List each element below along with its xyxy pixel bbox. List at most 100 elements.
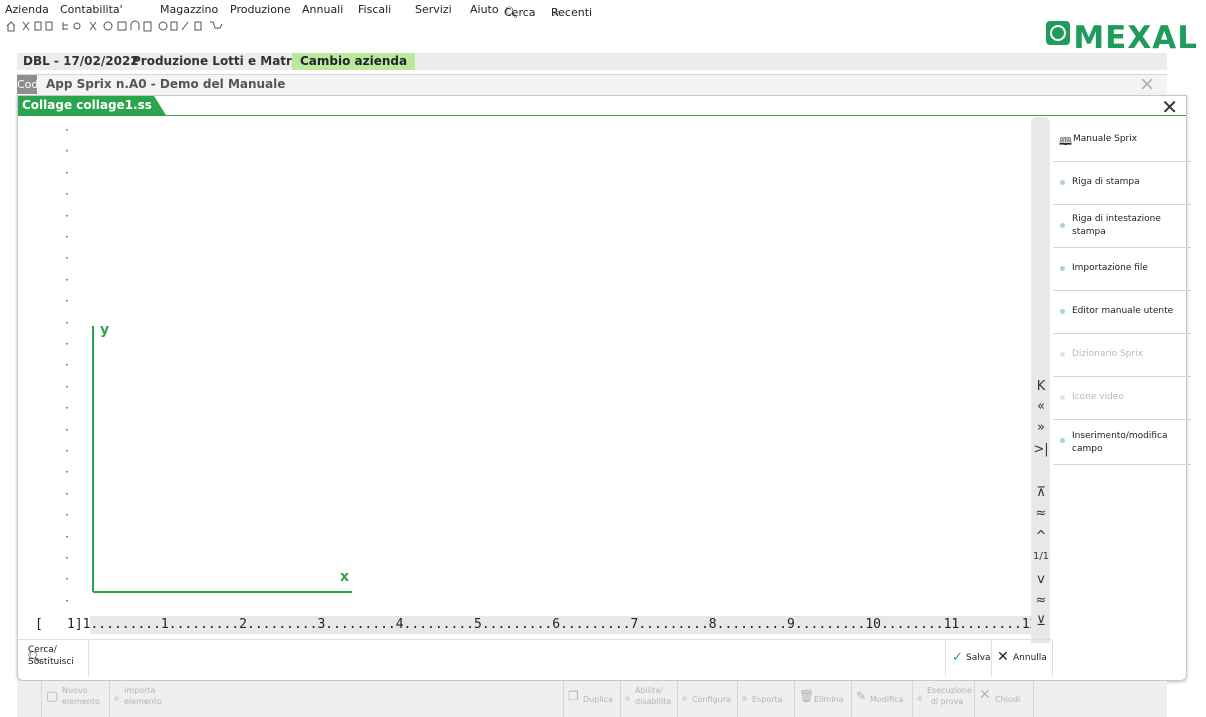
side-icone-video[interactable]: Icone video <box>1053 376 1191 420</box>
abilita-disabilita-button[interactable]: Abilita/ disabilita <box>620 681 679 717</box>
bullet-icon <box>1060 266 1065 271</box>
paste-icon <box>45 21 53 31</box>
scroll-bottom-icon[interactable]: ⊻ <box>1032 614 1050 629</box>
bullet-icon <box>1060 352 1065 357</box>
close-icon[interactable]: ✕ <box>1139 74 1155 96</box>
bullet-icon <box>1060 223 1065 228</box>
bullet-icon <box>1060 395 1065 400</box>
cancel-icon: ✕ <box>997 649 1009 665</box>
last-icon[interactable]: >| <box>1032 442 1050 457</box>
manual-icon: 🕮︎ <box>1059 135 1072 148</box>
toolbar-icons <box>6 20 223 32</box>
first-icon[interactable]: K <box>1032 379 1050 394</box>
db-date: DBL - 17/02/2022 <box>23 54 139 68</box>
close-icon: ✕ <box>979 687 991 703</box>
bottom-toolbar: ▢ Nuovo elemento Importa elemento ❐ Dupl… <box>17 681 1167 717</box>
configura-button[interactable]: Configura <box>677 681 739 717</box>
collage-window: Collage collage1.ss ✕ · · · · · · · · · · · · · · · · · ·… <box>17 95 1191 681</box>
doc-icon <box>170 21 178 31</box>
tab-underline <box>18 115 1186 116</box>
trash-icon: 🗑︎ <box>799 689 815 703</box>
menu-aiuto[interactable]: Aiuto <box>470 3 499 16</box>
esporta-button[interactable]: Esporta <box>737 681 792 717</box>
side-riga-intestazione[interactable]: Riga di intestazione stampa <box>1053 204 1191 248</box>
menu-annuali[interactable]: Annuali <box>302 3 343 16</box>
bullet-icon <box>114 696 119 701</box>
ruler-text: 1]1.........1.........2.........3.......… <box>67 617 1032 632</box>
copy-icon <box>34 21 42 31</box>
scroll-up-icon[interactable]: ^ <box>1032 529 1050 544</box>
home-icon <box>6 21 16 32</box>
settings-icon <box>103 21 113 31</box>
tree-icon <box>62 22 68 30</box>
y-axis-label: y <box>100 322 110 338</box>
x-axis-label: x <box>340 569 350 585</box>
cut-icon <box>22 21 30 31</box>
app-tab-title[interactable]: App Sprix n.A0 - Demo del Manuale <box>46 77 285 91</box>
menu-servizi[interactable]: Servizi <box>415 3 452 16</box>
bullet-icon <box>917 696 922 701</box>
duplicate-icon: ❐ <box>568 689 579 703</box>
page-indicator: 1/1 <box>1032 551 1050 562</box>
check-icon: ✓ <box>952 650 963 665</box>
scroll-top-icon[interactable]: ⊼ <box>1032 485 1050 500</box>
side-manuale-sprix[interactable]: 🕮︎ Manuale Sprix <box>1053 118 1191 162</box>
menu-fiscali[interactable]: Fiscali <box>358 3 391 16</box>
headset-icon <box>130 20 140 30</box>
chiudi-button[interactable]: ✕ Chiudi <box>974 681 1034 717</box>
menu-azienda[interactable]: Azienda <box>5 3 49 16</box>
side-dizionario-sprix[interactable]: Dizionario Sprix <box>1053 333 1191 377</box>
cart-icon <box>210 21 223 29</box>
next-page-icon[interactable]: » <box>1032 420 1050 435</box>
info-bar: DBL - 17/02/2022 Produzione Lotti e Matr… <box>17 53 1167 70</box>
cambio-azienda-button[interactable]: Cambio azienda <box>292 53 416 70</box>
pencil-icon: ✎ <box>856 689 867 703</box>
column-ruler: [ 1]1.........1.........2.........3.....… <box>32 616 1032 634</box>
cod-label[interactable]: Cod <box>17 75 38 94</box>
bullet-icon <box>742 696 747 701</box>
logo: MEXAL <box>1046 20 1198 56</box>
sign-icon <box>181 21 189 31</box>
cerca-sostituisci-button[interactable]: 🔍︎ Cerca/ Sostituisci <box>18 640 89 676</box>
app-tab-strip: Cod App Sprix n.A0 - Demo del Manuale ✕ <box>17 74 1167 96</box>
nuovo-elemento-button[interactable]: ▢ Nuovo elemento <box>41 681 106 717</box>
window-button-bar: 🔍︎ Cerca/ Sostituisci ✓ Salva ✕ Annulla <box>18 639 1053 678</box>
bullet-icon <box>625 696 630 701</box>
toolbar <box>5 19 305 35</box>
menu-contabilita[interactable]: Contabilita' <box>60 3 123 16</box>
ruler-bracket: [ <box>35 617 43 632</box>
modifica-button[interactable]: ✎ Modifica <box>851 681 912 717</box>
menu-produzione[interactable]: Produzione <box>230 3 291 16</box>
logo-text: MEXAL <box>1073 20 1198 56</box>
axes-drawing <box>92 326 352 593</box>
bullet-icon <box>1060 438 1065 443</box>
scroll-up-fast-icon[interactable]: ≈ <box>1032 506 1050 521</box>
duplica-button[interactable]: ❐ Duplica <box>563 681 618 717</box>
calc-icon <box>143 21 152 32</box>
bullet-icon <box>1060 309 1065 314</box>
window-tab: Collage collage1.ss <box>18 96 166 115</box>
window-icon <box>117 21 127 31</box>
bullet-icon <box>682 696 687 701</box>
esecuzione-prova-button[interactable]: Esecuzione di prova <box>912 681 973 717</box>
annulla-button[interactable]: ✕ Annulla <box>991 640 1053 676</box>
side-editor-manuale[interactable]: Editor manuale utente <box>1053 290 1191 334</box>
scroll-down-icon[interactable]: v <box>1032 572 1050 587</box>
menu-bar: Azienda Contabilita' Magazzino Produzion… <box>5 3 593 19</box>
elimina-button[interactable]: 🗑︎ Elimina <box>794 681 851 717</box>
new-doc-icon: ▢ <box>46 689 59 704</box>
close-doc-icon <box>89 21 97 31</box>
collage-editor[interactable]: · · · · · · · · · · · · · · · · · · · · · · · y x <box>32 121 1032 617</box>
link-icon <box>73 22 81 30</box>
scroll-down-fast-icon[interactable]: ≈ <box>1032 593 1050 608</box>
prev-page-icon[interactable]: « <box>1032 399 1050 414</box>
help-icon <box>158 21 168 31</box>
bullet-icon <box>1060 180 1065 185</box>
salva-button[interactable]: ✓ Salva <box>945 640 992 676</box>
menu-magazzino[interactable]: Magazzino <box>160 3 218 16</box>
side-riga-di-stampa[interactable]: Riga di stampa <box>1053 161 1191 205</box>
side-importazione-file[interactable]: Importazione file <box>1053 247 1191 291</box>
logo-mark-icon <box>1046 21 1071 45</box>
side-inserimento-campo[interactable]: Inserimento/modifica campo <box>1053 419 1191 465</box>
importa-elemento-button[interactable]: Importa elemento <box>109 681 176 717</box>
